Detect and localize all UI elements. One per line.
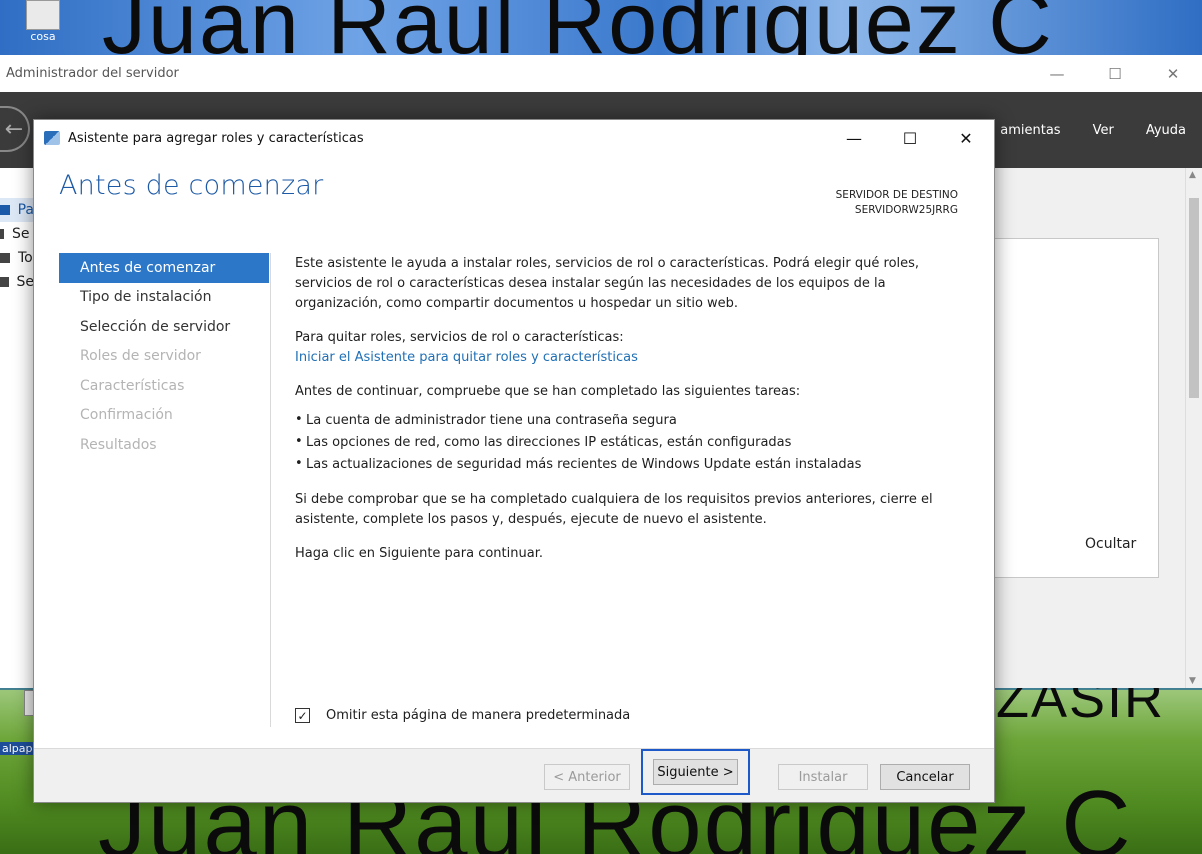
wizard-content: Este asistente le ayuda a instalar roles… [295,254,975,578]
back-arrow-icon[interactable]: ← [0,106,30,152]
close-button[interactable]: ✕ [938,120,994,156]
step-server-selection[interactable]: Selección de servidor [59,312,269,342]
scroll-up-icon[interactable]: ▲ [1189,170,1196,180]
hide-link[interactable]: Ocultar [1085,536,1136,552]
storage-icon [0,277,9,287]
server-icon [0,229,4,239]
menu-view[interactable]: Ver [1077,123,1130,138]
before-continue-text: Antes de continuar, compruebe que se han… [295,384,801,399]
sidebar-item-label: To [18,250,33,266]
step-installation-type[interactable]: Tipo de instalación [59,283,269,313]
vertical-scrollbar[interactable]: ▲ ▼ [1185,168,1202,688]
list-item: Las actualizaciones de seguridad más rec… [295,453,975,476]
close-button[interactable]: ✕ [1144,55,1202,92]
step-before-you-begin[interactable]: Antes de comenzar [59,253,269,283]
wizard-titlebar: Asistente para agregar roles y caracterí… [34,120,994,156]
sidebar-item-label: Pa [17,202,34,218]
wizard-header: Antes de comenzar SERVIDOR DE DESTINO SE… [34,156,994,218]
desktop-icon-label: cosa [30,30,56,43]
skip-page-checkbox[interactable]: ✓ [295,708,310,723]
prerequisite-note: Si debe comprobar que se ha completado c… [295,492,933,527]
destination-server-name: SERVIDORW25JRRG [854,204,958,216]
server-manager-sidebar: Pa Se To Se [0,168,34,688]
click-next-text: Haga clic en Siguiente para continuar. [295,546,543,561]
maximize-button[interactable]: ☐ [1086,55,1144,92]
desktop-icon-label: alpap [0,742,35,755]
sidebar-item-local-server[interactable]: Se [0,222,34,246]
scroll-down-icon[interactable]: ▼ [1189,676,1196,686]
server-manager-menu: amientas Ver Ayuda [984,92,1202,168]
list-item: Las opciones de red, como las direccione… [295,431,975,454]
wizard-title: Asistente para agregar roles y caracterí… [68,130,364,146]
prerequisite-list: La cuenta de administrador tiene una con… [295,409,975,476]
remove-roles-label: Para quitar roles, servicios de rol o ca… [295,330,624,345]
server-manager-titlebar: Administrador del servidor — ☐ ✕ [0,55,1202,92]
list-item: La cuenta de administrador tiene una con… [295,409,975,432]
server-manager-title: Administrador del servidor [6,66,179,81]
dashboard-icon [0,205,10,215]
servers-icon [0,253,10,263]
sidebar-item-label: Se [16,274,35,290]
next-button-focus-ring[interactable]: Siguiente > [641,749,750,795]
remove-roles-link[interactable]: Iniciar el Asistente para quitar roles y… [295,350,638,365]
step-results: Resultados [80,436,157,453]
intro-text: Este asistente le ayuda a instalar roles… [295,256,920,311]
menu-tools[interactable]: amientas [984,123,1076,138]
destination-server-label: SERVIDOR DE DESTINO [835,189,958,201]
menu-help[interactable]: Ayuda [1130,123,1202,138]
next-button[interactable]: Siguiente > [653,759,738,785]
maximize-button[interactable]: ☐ [882,120,938,156]
sidebar-item-file-services[interactable]: Se [0,270,34,294]
previous-button: < Anterior [544,764,630,790]
wizard-step-nav: Antes de comenzar Tipo de instalación Se… [59,253,269,460]
nav-divider [270,253,271,727]
step-server-roles: Roles de servidor [80,348,201,365]
minimize-button[interactable]: — [1028,55,1086,92]
remove-roles-block: Para quitar roles, servicios de rol o ca… [295,328,975,368]
skip-page-label: Omitir esta página de manera predetermin… [326,708,631,723]
minimize-button[interactable]: — [826,120,882,156]
install-button: Instalar [778,764,868,790]
add-roles-wizard-dialog: Asistente para agregar roles y caracterí… [33,119,995,803]
sidebar-item-panel[interactable]: Pa [0,198,34,222]
wizard-app-icon [44,131,60,145]
page-title: Antes de comenzar [59,170,324,201]
destination-server: SERVIDOR DE DESTINO SERVIDORW25JRRG [836,188,958,218]
scrollbar-thumb[interactable] [1189,198,1199,398]
desktop-icon-cosa[interactable]: cosa [18,0,68,43]
wizard-footer: < Anterior Siguiente > Instalar Cancelar [34,748,994,802]
sidebar-item-label: Se [12,226,30,242]
step-features: Características [80,377,185,394]
sidebar-item-all-servers[interactable]: To [0,246,34,270]
step-confirmation: Confirmación [80,407,173,424]
cancel-button[interactable]: Cancelar [880,764,970,790]
skip-page-option[interactable]: ✓ Omitir esta página de manera predeterm… [295,708,630,723]
welcome-panel [994,238,1159,578]
document-icon [26,0,60,30]
desktop-icon-wallpaper[interactable]: alpap [0,690,38,755]
